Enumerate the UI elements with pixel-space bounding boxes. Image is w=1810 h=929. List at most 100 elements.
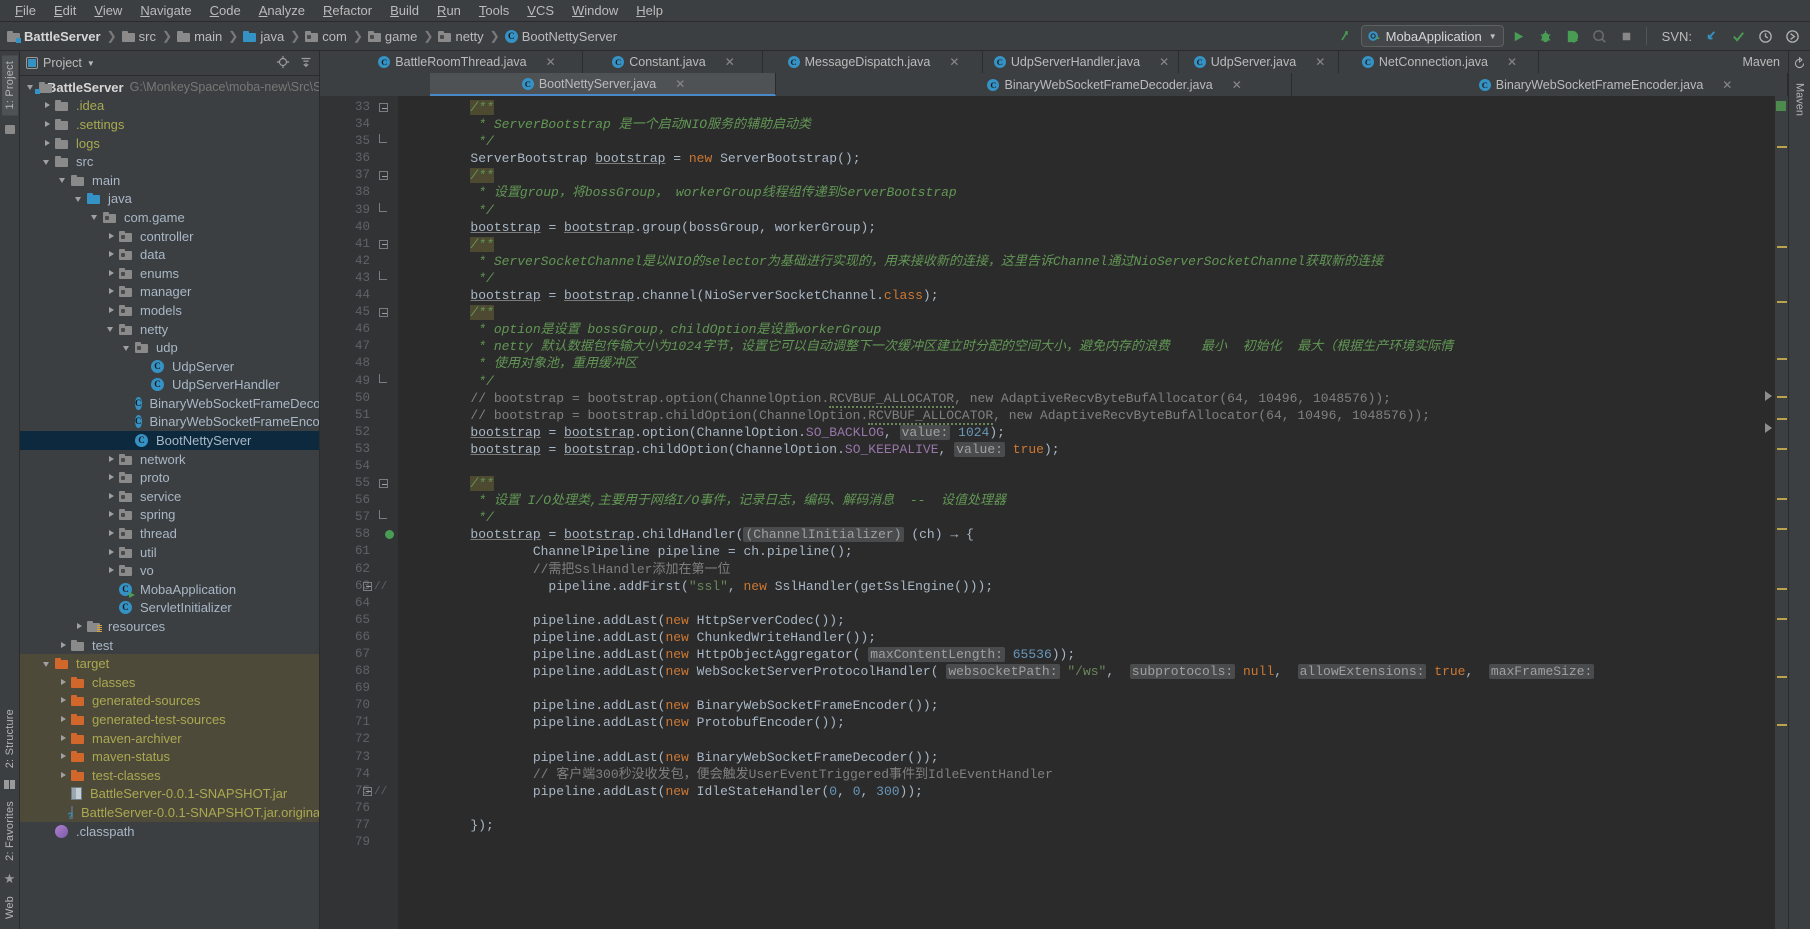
scroll-from-source-icon[interactable] [276,55,290,72]
code-line[interactable]: * 使用对象池，重用缓冲区 [398,355,1774,372]
chevron-right-icon[interactable] [106,249,117,260]
tree-node--classpath[interactable]: .classpath [20,822,319,841]
error-stripe-mark[interactable] [1777,246,1787,248]
tree-node-com-game[interactable]: com.game [20,208,319,227]
chevron-right-icon[interactable] [42,100,53,111]
chevron-right-icon[interactable] [58,695,69,706]
code-line[interactable] [398,595,1774,612]
expand-arrow-icon[interactable] [1765,391,1772,401]
line-number-gutter[interactable]: 3334353637383940414243444546474849505152… [320,96,398,929]
error-stripe-mark[interactable] [1777,418,1787,420]
code-line[interactable]: * ServerSocketChannel是以NIO的selector为基础进行… [398,253,1774,270]
menu-item-tools[interactable]: Tools [470,1,518,20]
code-viewport[interactable]: /** * ServerBootstrap 是一个启动NIO服务的辅助启动类 *… [398,96,1774,929]
close-icon[interactable]: ✕ [725,55,735,69]
fold-end-icon[interactable] [378,133,390,150]
chevron-right-icon[interactable] [106,528,117,539]
menu-item-run[interactable]: Run [428,1,470,20]
breadcrumb-item-java[interactable]: java [240,28,288,45]
fold-start-icon[interactable] [378,99,390,116]
code-line[interactable]: * ServerBootstrap 是一个启动NIO服务的辅助启动类 [398,116,1774,133]
menu-item-code[interactable]: Code [201,1,250,20]
breadcrumb-item-src[interactable]: src [119,28,160,45]
close-icon[interactable]: ✕ [675,77,685,91]
tree-node-binarywebsocketframedecoder[interactable]: CBinaryWebSocketFrameDecoder [20,394,319,413]
debug-button[interactable] [1534,24,1558,48]
error-stripe-mark[interactable] [1777,528,1787,530]
error-stripe-mark[interactable] [1777,358,1787,360]
tool-window-tab-structure[interactable]: 2: Structure [2,703,18,774]
close-icon[interactable]: ✕ [1507,55,1517,69]
chevron-right-icon[interactable] [106,305,117,316]
tree-node-udp[interactable]: udp [20,338,319,357]
profile-button[interactable] [1588,24,1612,48]
code-line[interactable]: */ [398,202,1774,219]
chevron-down-icon[interactable] [42,156,53,167]
code-line[interactable]: pipeline.addLast(new ChunkedWriteHandler… [398,629,1774,646]
menu-item-navigate[interactable]: Navigate [131,1,200,20]
tree-node-manager[interactable]: manager [20,283,319,302]
vcs-commit-icon[interactable] [1726,24,1750,48]
chevron-down-icon[interactable] [42,658,53,669]
chevron-right-icon[interactable] [58,733,69,744]
chevron-down-icon[interactable]: ▼ [87,59,95,68]
close-icon[interactable]: ✕ [1232,78,1242,92]
chevron-right-icon[interactable] [106,509,117,520]
code-line[interactable]: /** [398,475,1774,492]
code-line[interactable]: // bootstrap = bootstrap.option(ChannelO… [398,390,1774,407]
chevron-right-icon[interactable] [58,640,69,651]
chevron-right-icon[interactable] [58,751,69,762]
code-line[interactable]: * 设置 I/O处理类,主要用于网络I/O事件，记录日志，编码、解码消息 -- … [398,492,1774,509]
breadcrumb-item-bootnettyserver[interactable]: CBootNettyServer [502,28,621,45]
tree-node--settings[interactable]: .settings [20,115,319,134]
breakpoint-icon[interactable] [385,530,394,539]
code-line[interactable]: pipeline.addFirst("ssl", new SslHandler(… [398,578,1774,595]
code-line[interactable]: /** [398,99,1774,116]
tree-node-classes[interactable]: classes [20,673,319,692]
tree-node-thread[interactable]: thread [20,524,319,543]
code-line[interactable] [398,800,1774,817]
code-line[interactable]: ServerBootstrap bootstrap = new ServerBo… [398,150,1774,167]
error-stripe-mark[interactable] [1777,676,1787,678]
tree-node-resources[interactable]: resources [20,617,319,636]
tree-node-netty[interactable]: netty [20,320,319,339]
error-stripe-mark[interactable] [1777,396,1787,398]
tree-node-network[interactable]: network [20,450,319,469]
editor-tab-constant-java[interactable]: CConstant.java✕ [583,51,763,73]
vcs-history-icon[interactable] [1753,24,1777,48]
code-line[interactable]: */ [398,373,1774,390]
chevron-right-icon[interactable] [106,454,117,465]
tree-node-spring[interactable]: spring [20,506,319,525]
tree-node-mobaapplication[interactable]: CMobaApplication [20,580,319,599]
chevron-right-icon[interactable] [58,677,69,688]
tree-node-maven-status[interactable]: maven-status [20,747,319,766]
code-line[interactable]: pipeline.addLast(new BinaryWebSocketFram… [398,749,1774,766]
code-line[interactable]: * option是设置 bossGroup，childOption是设置work… [398,321,1774,338]
menu-item-view[interactable]: View [85,1,131,20]
collapse-all-icon[interactable] [299,55,313,72]
tree-node-generated-test-sources[interactable]: generated-test-sources [20,710,319,729]
editor-tab-binarywebsocketframeencoder-java[interactable]: CBinaryWebSocketFrameEncoder.java✕ [1422,73,1788,96]
tree-node-target[interactable]: target [20,654,319,673]
chevron-down-icon[interactable] [74,193,85,204]
tree-node-bootnettyserver[interactable]: CBootNettyServer [20,431,319,450]
code-line[interactable]: /** [398,304,1774,321]
menu-item-edit[interactable]: Edit [45,1,85,20]
breadcrumb-item-game[interactable]: game [365,28,422,45]
comment-fold-icon[interactable]: // [378,578,390,595]
code-line[interactable] [398,458,1774,475]
project-panel-title[interactable]: Project ▼ [26,56,95,70]
comment-fold-icon[interactable]: // [378,783,390,800]
code-line[interactable]: pipeline.addLast(new ProtobufEncoder()); [398,714,1774,731]
tool-window-tab-web[interactable]: Web [2,890,18,925]
close-icon[interactable]: ✕ [546,55,556,69]
tool-window-tab-favorites[interactable]: 2: Favorites [2,795,18,867]
code-line[interactable]: * 设置group，将bossGroup， workerGroup线程组传递到S… [398,184,1774,201]
editor-tab-messagedispatch-java[interactable]: CMessageDispatch.java✕ [763,51,983,73]
chevron-right-icon[interactable] [106,286,117,297]
code-line[interactable]: bootstrap = bootstrap.childOption(Channe… [398,441,1774,458]
expand-arrow-icon[interactable] [1765,423,1772,433]
fold-end-icon[interactable] [378,509,390,526]
fold-end-icon[interactable] [378,373,390,390]
tree-node-models[interactable]: models [20,301,319,320]
